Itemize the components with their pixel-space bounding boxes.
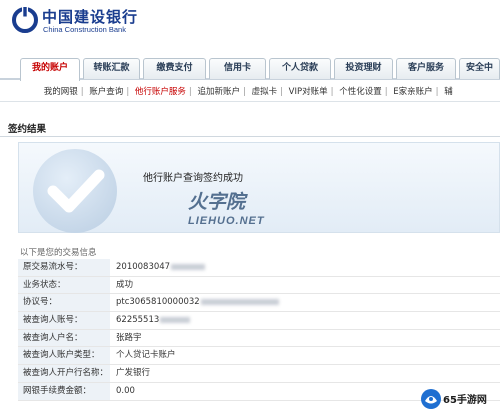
subnav-virtual-card[interactable]: 虚拟卡 [252, 82, 278, 101]
watermark-logo: 火字院 LIEHUO.NET [188, 188, 328, 233]
section-divider [0, 136, 500, 137]
row-label: 网银手续费金额： [18, 382, 110, 400]
tab-personal-loan[interactable]: 个人贷款 [269, 58, 331, 79]
site-badge: 65手游网 [420, 386, 500, 411]
subnav-more[interactable]: 辅 [444, 82, 453, 101]
subnav-add-account[interactable]: 追加新账户 [197, 82, 240, 101]
tab-customer-service[interactable]: 客户服务 [396, 58, 456, 79]
check-icon [33, 149, 117, 233]
row-label: 被查询人账号： [18, 312, 110, 329]
row-label: 协议号： [18, 294, 110, 312]
subnav-separator: | [243, 87, 246, 97]
subnav-separator: | [126, 87, 130, 97]
subnav-account-query[interactable]: 账户查询 [89, 82, 123, 101]
row-value: 张路宇 [116, 332, 142, 343]
brand-name-cn: 中国建设银行 [42, 8, 139, 26]
row-value: 62255513 [116, 312, 191, 329]
bank-header: 中国建设银行 China Construction Bank [0, 0, 500, 52]
subnav-separator: | [188, 87, 192, 97]
subnav-separator: | [80, 87, 84, 97]
subnav-separator: | [384, 87, 388, 97]
brand-name-en: China Construction Bank [43, 25, 126, 34]
info-heading: 以下是您的交易信息 [20, 248, 97, 258]
tab-my-account[interactable]: 我的账户 [20, 58, 80, 81]
subnav-personalization[interactable]: 个性化设置 [339, 82, 382, 101]
table-row: 协议号： ptc3065810000032 [18, 294, 500, 313]
tab-payment[interactable]: 缴费支付 [143, 58, 206, 79]
row-value: 2010083047 [116, 259, 206, 276]
table-row: 业务状态： 成功 [18, 276, 500, 295]
sub-navigation: 我的网银 | 账户查询 | 他行账户服务 | 追加新账户 | 虚拟卡 | VIP对账单 | … [0, 82, 500, 102]
subnav-separator: | [330, 87, 334, 97]
tab-investment[interactable]: 投资理财 [334, 58, 393, 79]
tab-transfer[interactable]: 转账汇款 [83, 58, 140, 79]
row-value: 广发银行 [116, 368, 151, 379]
row-value: ptc3065810000032 [116, 294, 279, 311]
subnav-other-bank-service[interactable]: 他行账户服务 [135, 82, 186, 101]
table-row: 被查询人账户类型： 个人贷记卡账户 [18, 347, 500, 366]
main-tabs: 我的账户 转账汇款 缴费支付 信用卡 个人贷款 投资理财 客户服务 安全中 [0, 58, 500, 81]
subnav-vip-statement[interactable]: VIP对账单 [289, 82, 328, 101]
section-title: 签约结果 [8, 124, 47, 135]
tab-security-center[interactable]: 安全中 [459, 58, 500, 79]
ccb-logo-icon[interactable] [12, 7, 38, 33]
row-label: 被查询人开户行名称： [18, 365, 110, 382]
table-row: 被查询人开户行名称： 广发银行 [18, 365, 500, 383]
table-row: 原交易流水号： 2010083047 [18, 259, 500, 277]
game-controller-icon [421, 389, 441, 409]
badge-text: 65手游网 [443, 395, 487, 406]
svg-text:LIEHUO.NET: LIEHUO.NET [188, 215, 265, 227]
row-label: 被查询人户名： [18, 329, 110, 347]
table-row: 被查询人户名： 张路宇 [18, 329, 500, 348]
row-label: 原交易流水号： [18, 259, 110, 276]
tab-credit-card[interactable]: 信用卡 [209, 58, 266, 79]
subnav-separator: | [280, 87, 283, 97]
subnav-separator: | [435, 87, 439, 97]
transaction-info-table: 原交易流水号： 2010083047 业务状态： 成功 协议号： ptc3065… [18, 259, 500, 401]
subnav-family-account[interactable]: E家亲账户 [393, 82, 432, 101]
success-message: 他行账户查询签约成功 [143, 173, 243, 184]
subnav-my-ebank[interactable]: 我的网银 [44, 82, 78, 101]
svg-text:火字院: 火字院 [188, 191, 248, 213]
table-row: 被查询人账号： 62255513 [18, 312, 500, 330]
row-value: 个人贷记卡账户 [116, 350, 176, 361]
row-value: 0.00 [116, 385, 135, 396]
row-label: 被查询人账户类型： [18, 347, 110, 365]
row-value: 成功 [116, 279, 134, 290]
row-label: 业务状态： [18, 276, 110, 294]
